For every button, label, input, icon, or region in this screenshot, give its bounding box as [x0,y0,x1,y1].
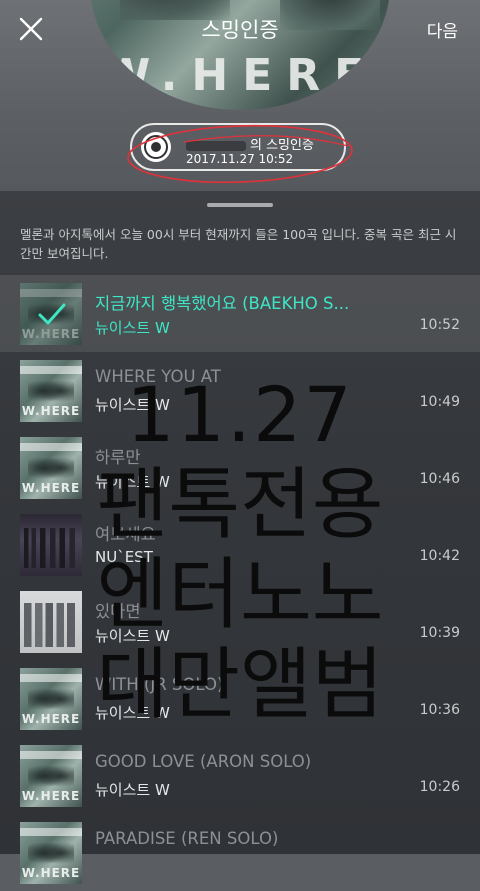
track-artist: 뉴이스트 W [95,473,170,491]
certificate-label: 의 스밍인증 [186,134,314,153]
track-time: 10:39 [419,625,460,641]
certificate-badge: 의 스밍인증 2017.11.27 10:52 [130,123,346,171]
album-thumbnail [20,514,82,576]
track-row[interactable]: W.HERE WITH (JR SOLO) 뉴이스트 W 10:36 [0,660,480,737]
track-time: 10:36 [419,702,460,718]
track-time: 10:42 [419,548,460,564]
album-thumbnail: W.HERE [20,668,82,730]
track-title: 하루만 [95,448,141,467]
page-title: 스밍인증 [201,18,279,42]
album-thumbnail: W.HERE [20,360,82,422]
track-time: 10:26 [419,779,460,795]
track-artist: 뉴이스트 W [95,704,170,722]
track-row[interactable]: W.HERE PARADISE (REN SOLO) [0,814,480,891]
header-area: W.HERE 스밍인증 다음 의 스밍인증 2017.11.27 10:52 [0,0,480,195]
track-title: 지금까지 행복했어요 (BAEKHO S... [95,294,350,313]
redacted-name [186,140,246,151]
track-title: WHERE YOU AT [95,367,221,386]
album-thumbnail: W.HERE [20,437,82,499]
check-icon [38,303,66,325]
selected-overlay [20,283,82,345]
next-button[interactable]: 다음 [427,17,458,42]
track-artist: 뉴이스트 W [95,396,170,414]
album-thumbnail [20,591,82,653]
track-artist: NU`EST [95,548,153,566]
album-wordmark: W.HERE [101,50,379,101]
track-row[interactable]: W.HERE GOOD LOVE (ARON SOLO) 뉴이스트 W 10:2… [0,737,480,814]
track-title: 여보세요 [95,525,156,544]
track-artist: 뉴이스트 W [95,781,170,799]
track-row[interactable]: W.HERE WHERE YOU AT 뉴이스트 W 10:49 [0,352,480,429]
track-title: 있다면 [95,602,141,621]
track-title: PARADISE (REN SOLO) [95,829,279,848]
track-time: 10:46 [419,471,460,487]
track-artist: 뉴이스트 W [95,319,170,337]
close-button[interactable] [16,14,46,44]
close-icon [19,17,43,41]
drag-handle[interactable] [207,203,273,207]
album-thumbnail: W.HERE [20,822,82,884]
track-title: GOOD LOVE (ARON SOLO) [95,752,312,771]
track-row[interactable]: W.HERE 하루만 뉴이스트 W 10:46 [0,429,480,506]
track-time: 10:49 [419,394,460,410]
disc-icon [141,132,171,162]
certificate-datetime: 2017.11.27 10:52 [186,152,294,166]
track-title: WITH (JR SOLO) [95,675,224,694]
track-artist: 뉴이스트 W [95,627,170,645]
track-row[interactable]: 있다면 뉴이스트 W 10:39 [0,583,480,660]
track-row[interactable]: W.HERE 지금까지 행복했어요 (BAEKHO S... 뉴이스트 W 10… [0,275,480,352]
track-row[interactable]: 여보세요 NU`EST 10:42 [0,506,480,583]
track-time: 10:52 [419,317,460,333]
album-thumbnail: W.HERE [20,745,82,807]
info-text: 멜론과 아지톡에서 오늘 00시 부터 현재까지 들은 100곡 입니다. 중복… [20,227,457,261]
track-list-sheet: 멜론과 아지톡에서 오늘 00시 부터 현재까지 들은 100곡 입니다. 중복… [0,191,480,884]
